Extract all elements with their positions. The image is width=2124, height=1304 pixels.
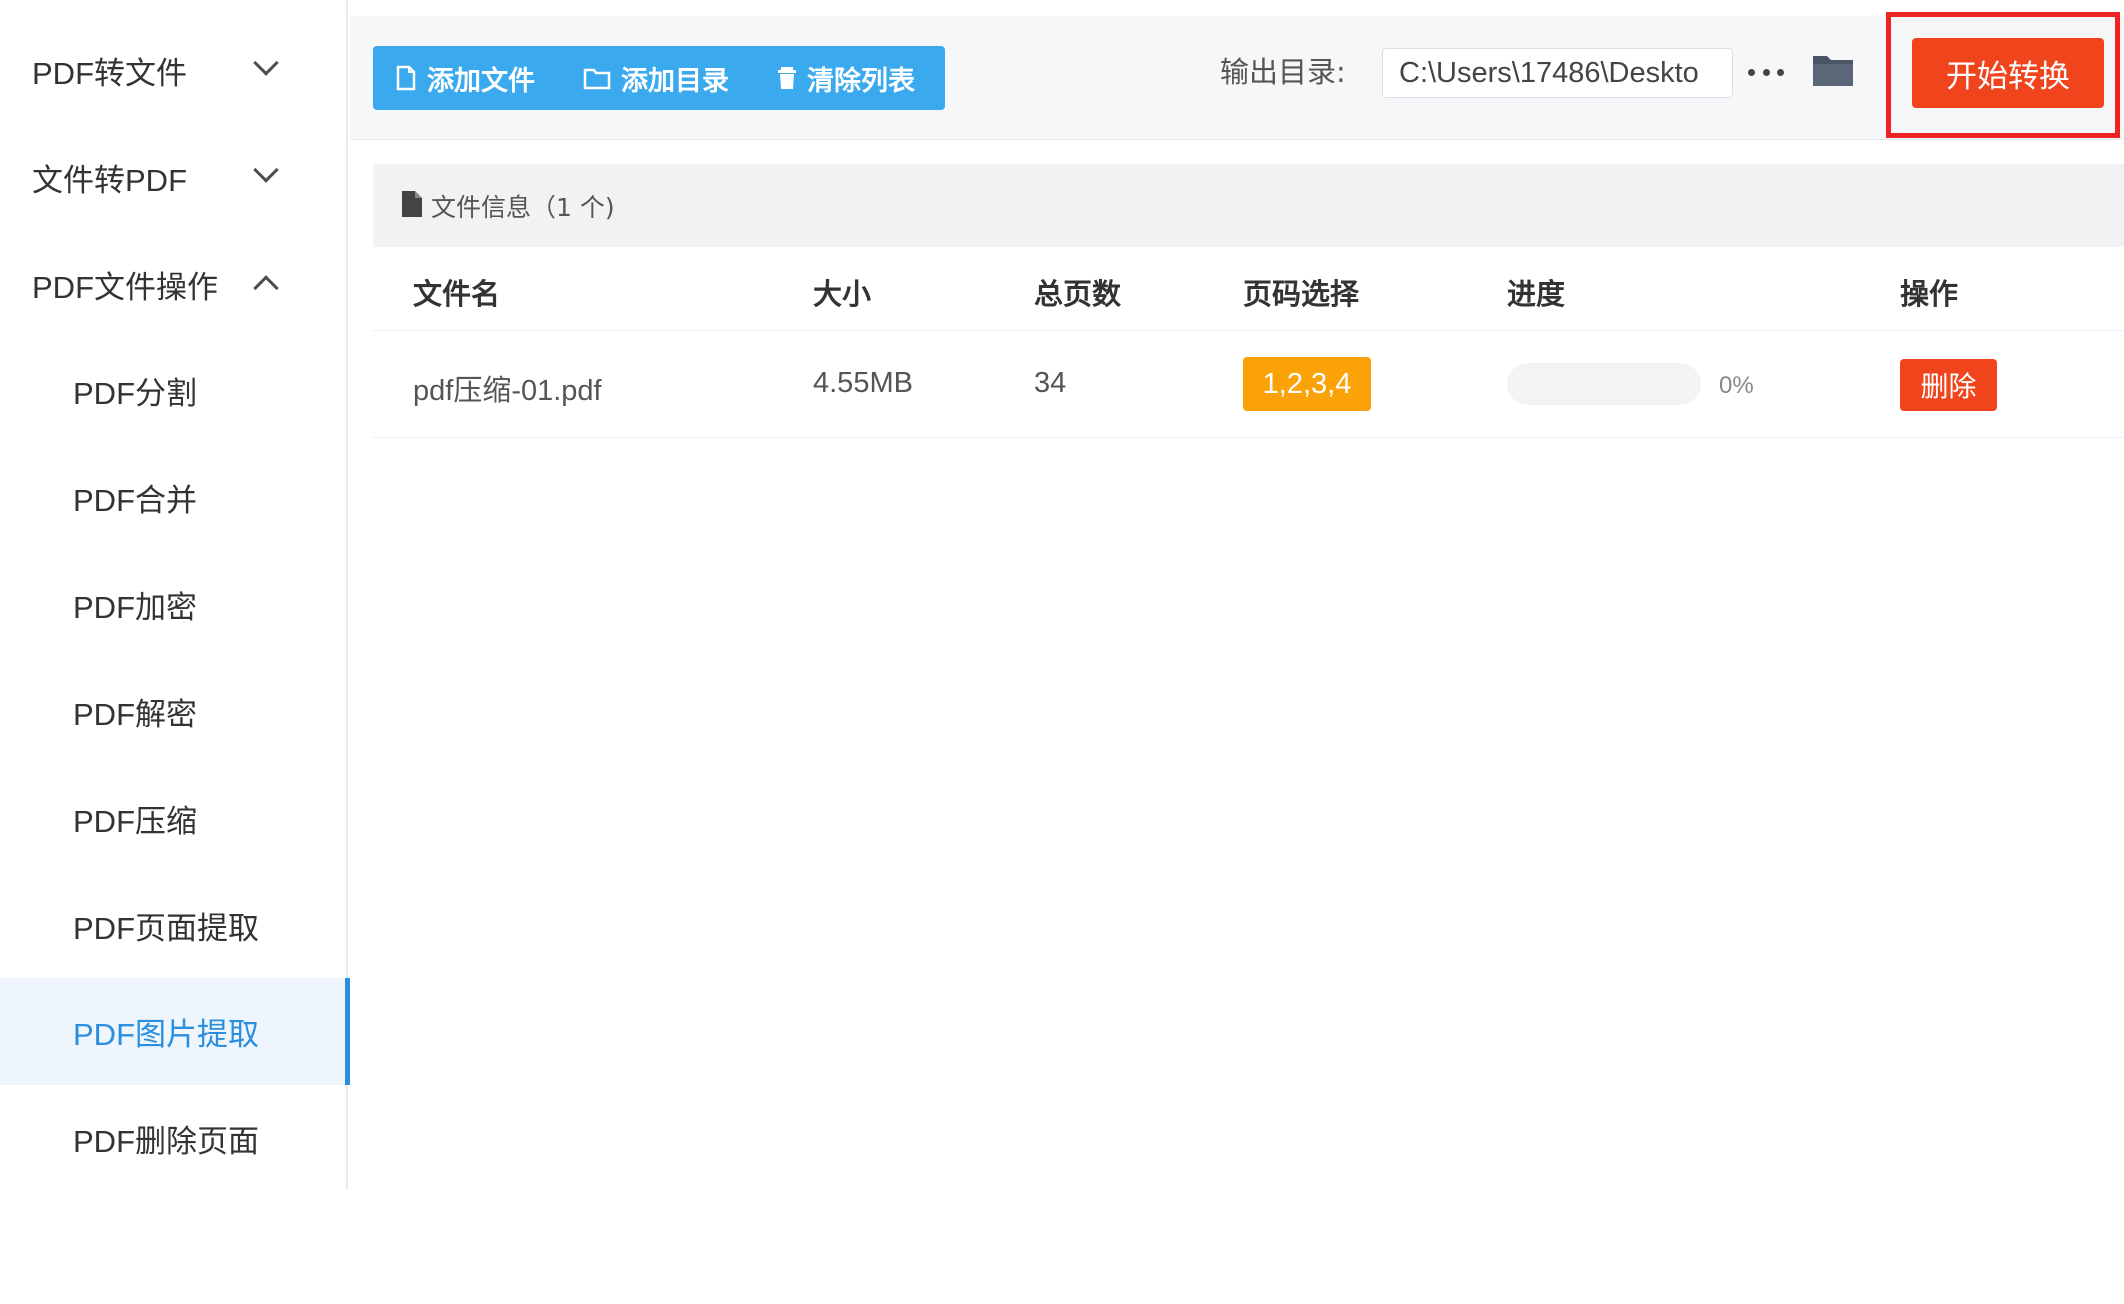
sidebar-item-label: PDF分割	[73, 376, 197, 411]
sidebar-group-label: PDF文件操作	[32, 269, 218, 305]
sidebar-item-pdf-merge[interactable]: PDF合并	[0, 444, 348, 551]
sidebar-item-label: PDF加密	[73, 590, 197, 625]
file-table-header: 文件名 大小 总页数 页码选择 进度 操作	[373, 247, 2124, 331]
file-info-header: 文件信息（1 个)	[373, 164, 2124, 247]
delete-label: 删除	[1920, 370, 1977, 403]
sidebar-item-pdf-image-extract[interactable]: PDF图片提取	[0, 978, 350, 1085]
sidebar-group-pdf-file-ops[interactable]: PDF文件操作	[0, 244, 346, 324]
app-window: PDF转文件 文件转PDF PDF文件操作 PDF分割 PDF合并 PDF加密 …	[0, 0, 2124, 1304]
sidebar-group-label: PDF转文件	[32, 55, 187, 91]
add-file-label: 添加文件	[427, 65, 535, 97]
sidebar-item-pdf-page-extract[interactable]: PDF页面提取	[0, 872, 348, 979]
sidebar-item-label: PDF图片提取	[73, 1017, 259, 1052]
column-header-actions: 操作	[1900, 277, 1959, 311]
start-convert-label: 开始转换	[1946, 58, 2070, 95]
add-directory-label: 添加目录	[621, 65, 729, 97]
sidebar-item-pdf-encrypt[interactable]: PDF加密	[0, 551, 348, 658]
folder-icon[interactable]	[1811, 50, 1855, 90]
sidebar-group-file-to-pdf[interactable]: 文件转PDF	[0, 137, 346, 217]
progress-percent: 0%	[1719, 372, 1754, 399]
file-name-cell: pdf压缩-01.pdf	[413, 375, 602, 407]
sidebar-item-label: PDF压缩	[73, 804, 197, 839]
sidebar-item-pdf-compress[interactable]: PDF压缩	[0, 765, 348, 872]
sidebar-group-pdf-to-file[interactable]: PDF转文件	[0, 30, 346, 110]
file-size-cell: 4.55MB	[813, 367, 913, 399]
total-pages-cell: 34	[1034, 367, 1067, 399]
clear-list-label: 清除列表	[807, 65, 915, 97]
delete-button[interactable]: 删除	[1900, 359, 1997, 411]
column-header-page-selection: 页码选择	[1243, 277, 1360, 311]
sidebar-item-pdf-split[interactable]: PDF分割	[0, 337, 348, 444]
file-info-title: 文件信息（1 个)	[431, 192, 615, 222]
chevron-down-icon	[253, 50, 279, 76]
output-directory-input[interactable]	[1382, 48, 1733, 98]
sidebar-item-pdf-delete-pages[interactable]: PDF删除页面	[0, 1085, 348, 1192]
chevron-down-icon	[253, 157, 279, 183]
start-convert-button[interactable]: 开始转换	[1912, 38, 2104, 108]
sidebar-item-label: PDF删除页面	[73, 1124, 259, 1159]
chevron-up-icon	[253, 275, 279, 301]
add-directory-button[interactable]: 添加目录	[583, 46, 729, 110]
sidebar-item-label: PDF页面提取	[73, 911, 259, 946]
ellipsis-icon[interactable]	[1748, 62, 1784, 82]
sidebar-item-label: PDF合并	[73, 483, 197, 518]
sidebar-item-label: PDF解密	[73, 697, 197, 732]
folder-outline-icon	[583, 68, 611, 90]
column-header-filename: 文件名	[413, 277, 501, 311]
add-file-button[interactable]: 添加文件	[395, 46, 535, 110]
column-header-progress: 进度	[1507, 277, 1566, 311]
sidebar-group-label: 文件转PDF	[32, 162, 187, 198]
file-action-button-group: 添加文件 添加目录 清除列表	[373, 46, 945, 110]
trash-icon	[778, 67, 796, 89]
page-selection-button[interactable]: 1,2,3,4	[1243, 357, 1371, 411]
progress-bar	[1507, 363, 1701, 405]
sidebar-item-pdf-decrypt[interactable]: PDF解密	[0, 658, 348, 765]
output-directory-label: 输出目录:	[1220, 55, 1346, 89]
page-selection-label: 1,2,3,4	[1262, 367, 1352, 400]
file-icon	[396, 65, 416, 91]
table-row: pdf压缩-01.pdf 4.55MB 34 1,2,3,4 0% 删除	[373, 331, 2124, 438]
document-icon	[402, 191, 422, 217]
column-header-size: 大小	[813, 277, 872, 311]
column-header-total-pages: 总页数	[1034, 277, 1122, 311]
clear-list-button[interactable]: 清除列表	[777, 46, 915, 110]
sidebar: PDF转文件 文件转PDF PDF文件操作 PDF分割 PDF合并 PDF加密 …	[0, 0, 350, 1192]
